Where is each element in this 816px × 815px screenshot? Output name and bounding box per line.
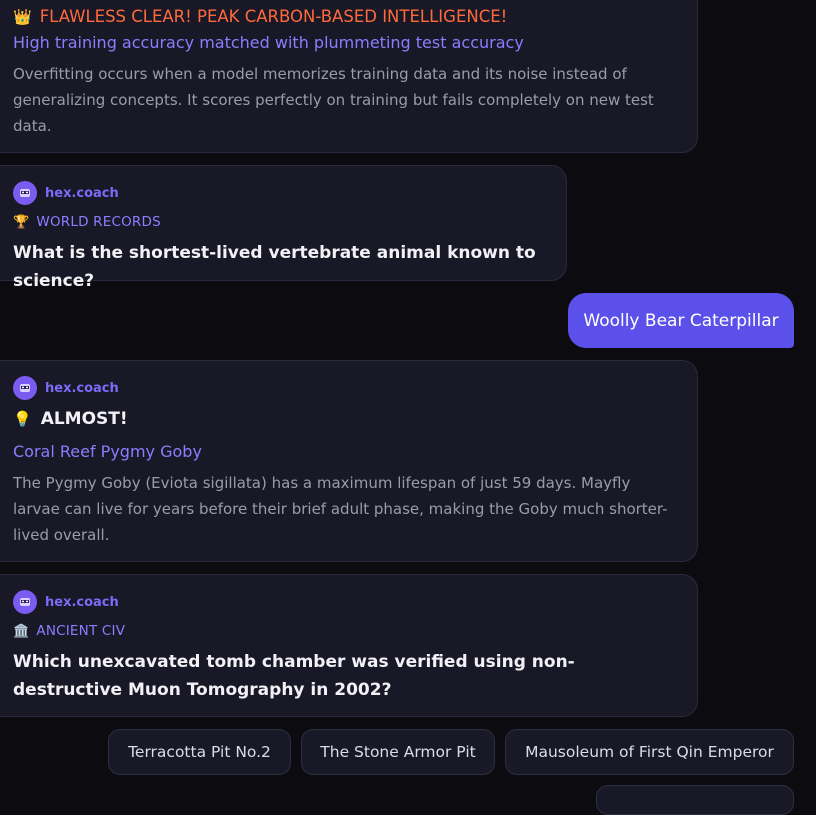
sender: hex.coach [13, 376, 119, 400]
user-answer-text: Woolly Bear Caterpillar [583, 310, 779, 331]
category-label: 🏛️ ANCIENT CIV [13, 623, 125, 639]
question-card-world-records: hex.coach 🏆 WORLD RECORDS What is the sh… [0, 165, 567, 291]
crown-icon: 👑 [13, 7, 32, 26]
correct-answer: High training accuracy matched with plum… [13, 33, 524, 52]
option-button[interactable]: The Stone Armor Pit [301, 729, 495, 775]
result-title: 👑 FLAWLESS CLEAR! PEAK CARBON-BASED INTE… [13, 7, 507, 26]
user-answer-bubble: Woolly Bear Caterpillar [568, 293, 794, 348]
option-label: Terracotta Pit No.2 [128, 743, 271, 761]
sender-name: hex.coach [45, 380, 119, 396]
bot-avatar-icon [13, 181, 37, 205]
result-title-text: FLAWLESS CLEAR! PEAK CARBON-BASED INTELL… [39, 7, 508, 26]
sender: hex.coach [13, 181, 119, 205]
category-text: ANCIENT CIV [36, 623, 126, 639]
classical-building-icon: 🏛️ [13, 623, 30, 639]
trophy-icon: 🏆 [13, 214, 30, 230]
result-title: 💡 ALMOST! [13, 409, 128, 429]
category-text: WORLD RECORDS [36, 214, 161, 230]
result-card-overfitting: 👑 FLAWLESS CLEAR! PEAK CARBON-BASED INTE… [0, 0, 698, 153]
option-button[interactable]: Mausoleum of First Qin Emperor [505, 729, 794, 775]
bot-avatar-icon [13, 376, 37, 400]
sender-name: hex.coach [45, 185, 119, 201]
option-label: Mausoleum of First Qin Emperor [525, 743, 774, 761]
question-text: Which unexcavated tomb chamber was verif… [13, 652, 575, 700]
explanation-text: Overfitting occurs when a model memorize… [13, 65, 654, 135]
sender-name: hex.coach [45, 594, 119, 610]
category-label: 🏆 WORLD RECORDS [13, 214, 161, 230]
result-title-text: ALMOST! [40, 409, 128, 429]
explanation-text: The Pygmy Goby (Eviota sigillata) has a … [13, 474, 668, 544]
result-card-almost: hex.coach 💡 ALMOST! Coral Reef Pygmy Gob… [0, 360, 698, 562]
sender: hex.coach [13, 590, 119, 614]
correct-answer: Coral Reef Pygmy Goby [13, 442, 202, 461]
question-text: What is the shortest-lived vertebrate an… [13, 243, 536, 291]
bot-avatar-icon [13, 590, 37, 614]
option-label: The Stone Armor Pit [320, 743, 476, 761]
option-button-partial[interactable] [596, 785, 794, 815]
question-card-ancient-civ: hex.coach 🏛️ ANCIENT CIV Which unexcavat… [0, 574, 698, 717]
option-button[interactable]: Terracotta Pit No.2 [108, 729, 291, 775]
lightbulb-icon: 💡 [13, 410, 32, 428]
